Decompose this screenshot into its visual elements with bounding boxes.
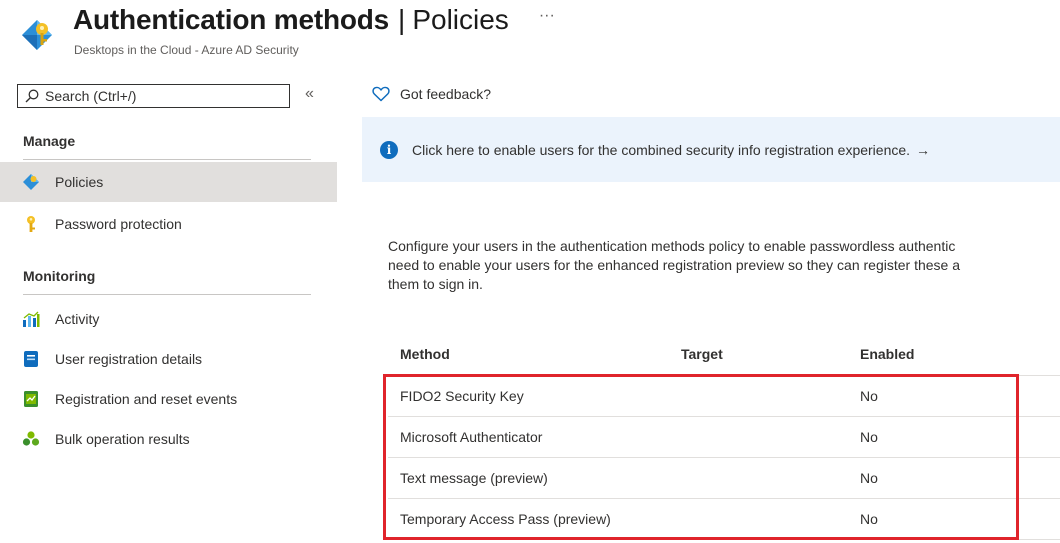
arrow-right-icon: → <box>916 141 931 158</box>
heart-icon <box>372 86 390 102</box>
activity-chart-icon <box>22 310 40 328</box>
sidebar: « Manage Policies Password protection Mo… <box>0 72 345 543</box>
table-row[interactable]: Text message (preview) No <box>388 458 1060 499</box>
section-label-monitoring: Monitoring <box>23 268 96 284</box>
key-icon <box>22 215 40 233</box>
authentication-methods-icon <box>22 173 40 191</box>
page-subtitle-section: Policies <box>412 4 509 35</box>
info-banner[interactable]: i Click here to enable users for the com… <box>362 117 1060 182</box>
cell-method: Temporary Access Pass (preview) <box>400 511 611 527</box>
registration-details-icon <box>22 350 40 368</box>
table-row[interactable]: Temporary Access Pass (preview) No <box>388 499 1060 540</box>
page-header: Authentication methods | Policies ··· De… <box>0 0 1060 72</box>
sidebar-item-label: Registration and reset events <box>55 391 238 407</box>
sidebar-item-label: Password protection <box>55 216 182 232</box>
table-row[interactable]: Microsoft Authenticator No <box>388 417 1060 458</box>
sidebar-item-label: Activity <box>55 311 100 327</box>
sidebar-item-label: Policies <box>55 174 104 190</box>
column-header-enabled[interactable]: Enabled <box>860 346 914 362</box>
events-log-icon <box>22 390 40 408</box>
sidebar-item-user-registration-details[interactable]: User registration details <box>0 339 337 379</box>
table-row[interactable]: FIDO2 Security Key No <box>388 376 1060 417</box>
sidebar-item-password-protection[interactable]: Password protection <box>0 204 337 244</box>
search-box[interactable] <box>17 84 290 108</box>
cell-method: FIDO2 Security Key <box>400 388 524 404</box>
section-label-manage: Manage <box>23 133 76 149</box>
search-input[interactable] <box>45 88 275 104</box>
bulk-users-icon <box>22 430 40 448</box>
section-divider <box>23 294 311 295</box>
cell-method: Microsoft Authenticator <box>400 429 543 445</box>
cell-enabled: No <box>860 429 878 445</box>
search-icon <box>25 89 39 103</box>
policy-description: Configure your users in the authenticati… <box>388 237 1060 294</box>
description-line: need to enable your users for the enhanc… <box>388 257 961 273</box>
info-icon: i <box>380 140 398 159</box>
sidebar-item-policies[interactable]: Policies <box>0 162 337 202</box>
feedback-label: Got feedback? <box>400 86 492 102</box>
description-line: Configure your users in the authenticati… <box>388 238 956 254</box>
cell-enabled: No <box>860 388 878 404</box>
column-header-target[interactable]: Target <box>681 346 723 362</box>
breadcrumb-subtitle: Desktops in the Cloud - Azure AD Securit… <box>74 43 299 57</box>
sidebar-item-label: User registration details <box>55 351 203 367</box>
cell-enabled: No <box>860 470 878 486</box>
more-actions-button[interactable]: ··· <box>539 7 555 25</box>
sidebar-item-label: Bulk operation results <box>55 431 190 447</box>
cell-enabled: No <box>860 511 878 527</box>
banner-text: Click here to enable users for the combi… <box>412 141 911 158</box>
sidebar-item-activity[interactable]: Activity <box>0 299 337 339</box>
sidebar-item-bulk-operation-results[interactable]: Bulk operation results <box>0 419 337 459</box>
page-title: Authentication methods <box>73 4 390 35</box>
title-separator: | <box>398 4 406 35</box>
authentication-methods-logo-icon <box>22 20 52 50</box>
collapse-sidebar-button[interactable]: « <box>305 85 314 103</box>
section-divider <box>23 159 311 160</box>
description-line: them to sign in. <box>388 276 483 292</box>
feedback-link[interactable]: Got feedback? <box>372 86 491 102</box>
column-header-method[interactable]: Method <box>400 346 450 362</box>
cell-method: Text message (preview) <box>400 470 548 486</box>
sidebar-item-registration-and-reset-events[interactable]: Registration and reset events <box>0 379 337 419</box>
